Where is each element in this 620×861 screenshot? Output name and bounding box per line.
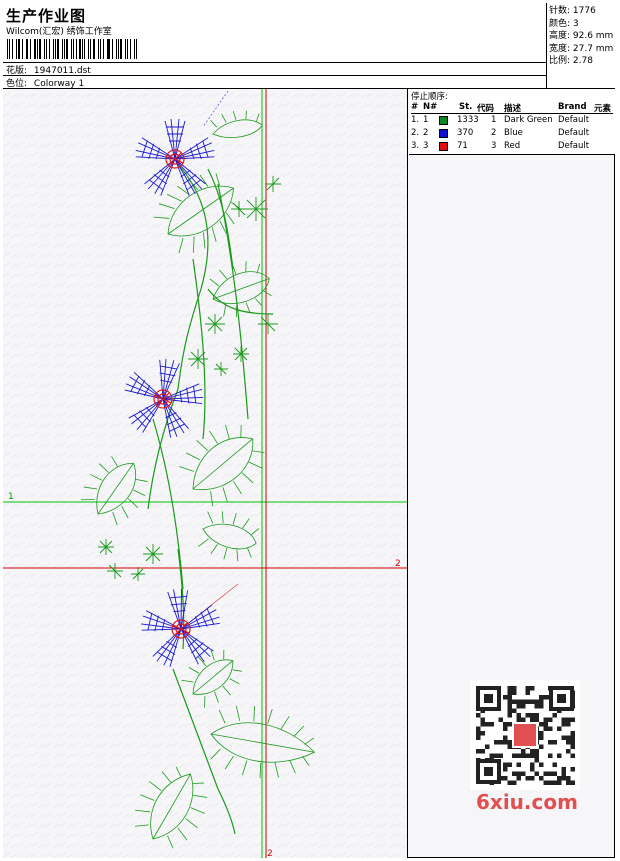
barcode-bar	[135, 39, 137, 59]
barcode-bar	[130, 39, 131, 59]
barcode-bar	[66, 39, 69, 59]
row-index: 1.	[411, 115, 420, 125]
color-swatch	[439, 129, 448, 138]
barcode-bar	[9, 39, 10, 59]
barcode	[7, 39, 139, 59]
barcode-bar	[103, 39, 104, 59]
col-header: N#	[423, 102, 438, 112]
barcode-bar	[106, 39, 108, 59]
row-number: 1	[423, 115, 429, 125]
barcode-bar	[133, 39, 135, 59]
stop-sequence-row: 3. 3 71 3 Red Default	[409, 141, 615, 154]
design-height: 高度: 92.6 mm	[549, 31, 614, 41]
row-description: Dark Green	[504, 115, 553, 125]
barcode-bar	[90, 39, 92, 59]
watermark: 6xiu.com	[476, 790, 578, 814]
guide-label-2: 2	[395, 559, 401, 569]
header-panel: 生产作业图 Wilcom(汇宏) 绣饰工作室 花版: 1947011.dst 色…	[3, 3, 547, 89]
barcode-bar	[100, 39, 102, 59]
row-index: 3.	[411, 141, 420, 151]
barcode-bar	[45, 39, 47, 59]
design-canvas[interactable]: 1 2 2	[3, 89, 408, 858]
barcode-bar	[15, 39, 17, 59]
barcode-bar	[73, 39, 74, 59]
stop-sequence-row: 2. 2 370 2 Blue Default	[409, 128, 615, 141]
row-number: 3	[423, 141, 429, 151]
barcode-bar	[88, 39, 90, 59]
row-index: 2.	[411, 128, 420, 138]
barcode-bar	[93, 39, 96, 59]
col-header: Brand	[558, 102, 587, 112]
page-title: 生产作业图	[6, 7, 87, 25]
row-number: 2	[423, 128, 429, 138]
stop-sequence-header: # N# St. 代码 描述 Brand 元素	[409, 102, 615, 114]
qr-code-graphic	[470, 680, 580, 790]
color-swatch	[439, 116, 448, 125]
color-count: 颜色: 3	[549, 18, 579, 29]
barcode-bar	[63, 39, 65, 59]
barcode-bar	[125, 39, 126, 59]
barcode-bar	[81, 39, 83, 59]
barcode-bar	[21, 39, 23, 59]
barcode-bar	[54, 39, 56, 59]
barcode-bar	[71, 39, 73, 59]
barcode-bar	[75, 39, 77, 59]
guide-label-1: 1	[8, 492, 14, 502]
colorway-value: Colorway 1	[33, 79, 85, 89]
row-code: 3	[491, 141, 497, 151]
stop-sequence-panel: 停止顺序: # N# St. 代码 描述 Brand 元素 1. 1 1333 1 Da…	[409, 89, 615, 155]
col-header: #	[411, 102, 419, 112]
barcode-bar	[17, 39, 20, 59]
color-swatch	[439, 142, 448, 151]
guide-label-2-bottom: 2	[267, 849, 273, 858]
barcode-bar	[52, 39, 54, 59]
design-width: 宽度: 27.7 mm	[549, 43, 614, 54]
stop-sequence-row: 1. 1 1333 1 Dark Green Default	[409, 115, 615, 128]
row-stitches: 370	[457, 128, 474, 138]
barcode-bar	[117, 39, 119, 59]
qr-code	[470, 680, 580, 790]
row-brand: Default	[558, 141, 590, 151]
row-brand: Default	[558, 115, 590, 125]
barcode-bar	[61, 39, 63, 59]
barcode-bar	[111, 39, 113, 59]
barcode-bar	[116, 39, 117, 59]
barcode-bar	[57, 39, 59, 59]
barcode-bar	[27, 39, 28, 59]
stop-sequence-title: 停止顺序:	[411, 92, 448, 102]
barcode-bar	[29, 39, 32, 59]
barcode-bar	[25, 39, 27, 59]
row-code: 2	[491, 128, 497, 138]
colorway-row: 色位: Colorway 1	[6, 76, 84, 89]
embroidery-preview: 1 2 2	[3, 89, 407, 858]
row-stitches: 71	[457, 141, 468, 151]
barcode-bar	[34, 39, 36, 59]
barcode-bar	[98, 39, 100, 59]
barcode-bar	[39, 39, 42, 59]
row-description: Red	[504, 141, 521, 151]
barcode-bar	[108, 39, 110, 59]
design-ratio: 比例: 2.78	[549, 56, 593, 66]
row-code: 1	[491, 115, 497, 125]
barcode-bar	[79, 39, 81, 59]
barcode-bar	[120, 39, 123, 59]
barcode-bar	[11, 39, 13, 59]
col-header: St.	[459, 102, 473, 112]
barcode-bar	[7, 39, 9, 59]
barcode-bar	[48, 39, 50, 59]
colorway-label: 色位:	[6, 79, 28, 89]
stitch-count: 针数: 1776	[549, 6, 596, 16]
stats-panel: 针数: 1776 颜色: 3 高度: 92.6 mm 宽度: 27.7 mm 比…	[547, 3, 615, 89]
barcode-bar	[36, 39, 38, 59]
barcode-bar	[84, 39, 86, 59]
row-description: Blue	[504, 128, 523, 138]
company-name: Wilcom(汇宏) 绣饰工作室	[6, 27, 112, 37]
barcode-bar	[44, 39, 45, 59]
row-brand: Default	[558, 128, 590, 138]
row-stitches: 1333	[457, 115, 479, 125]
barcode-bar	[126, 39, 129, 59]
divider	[3, 75, 547, 76]
